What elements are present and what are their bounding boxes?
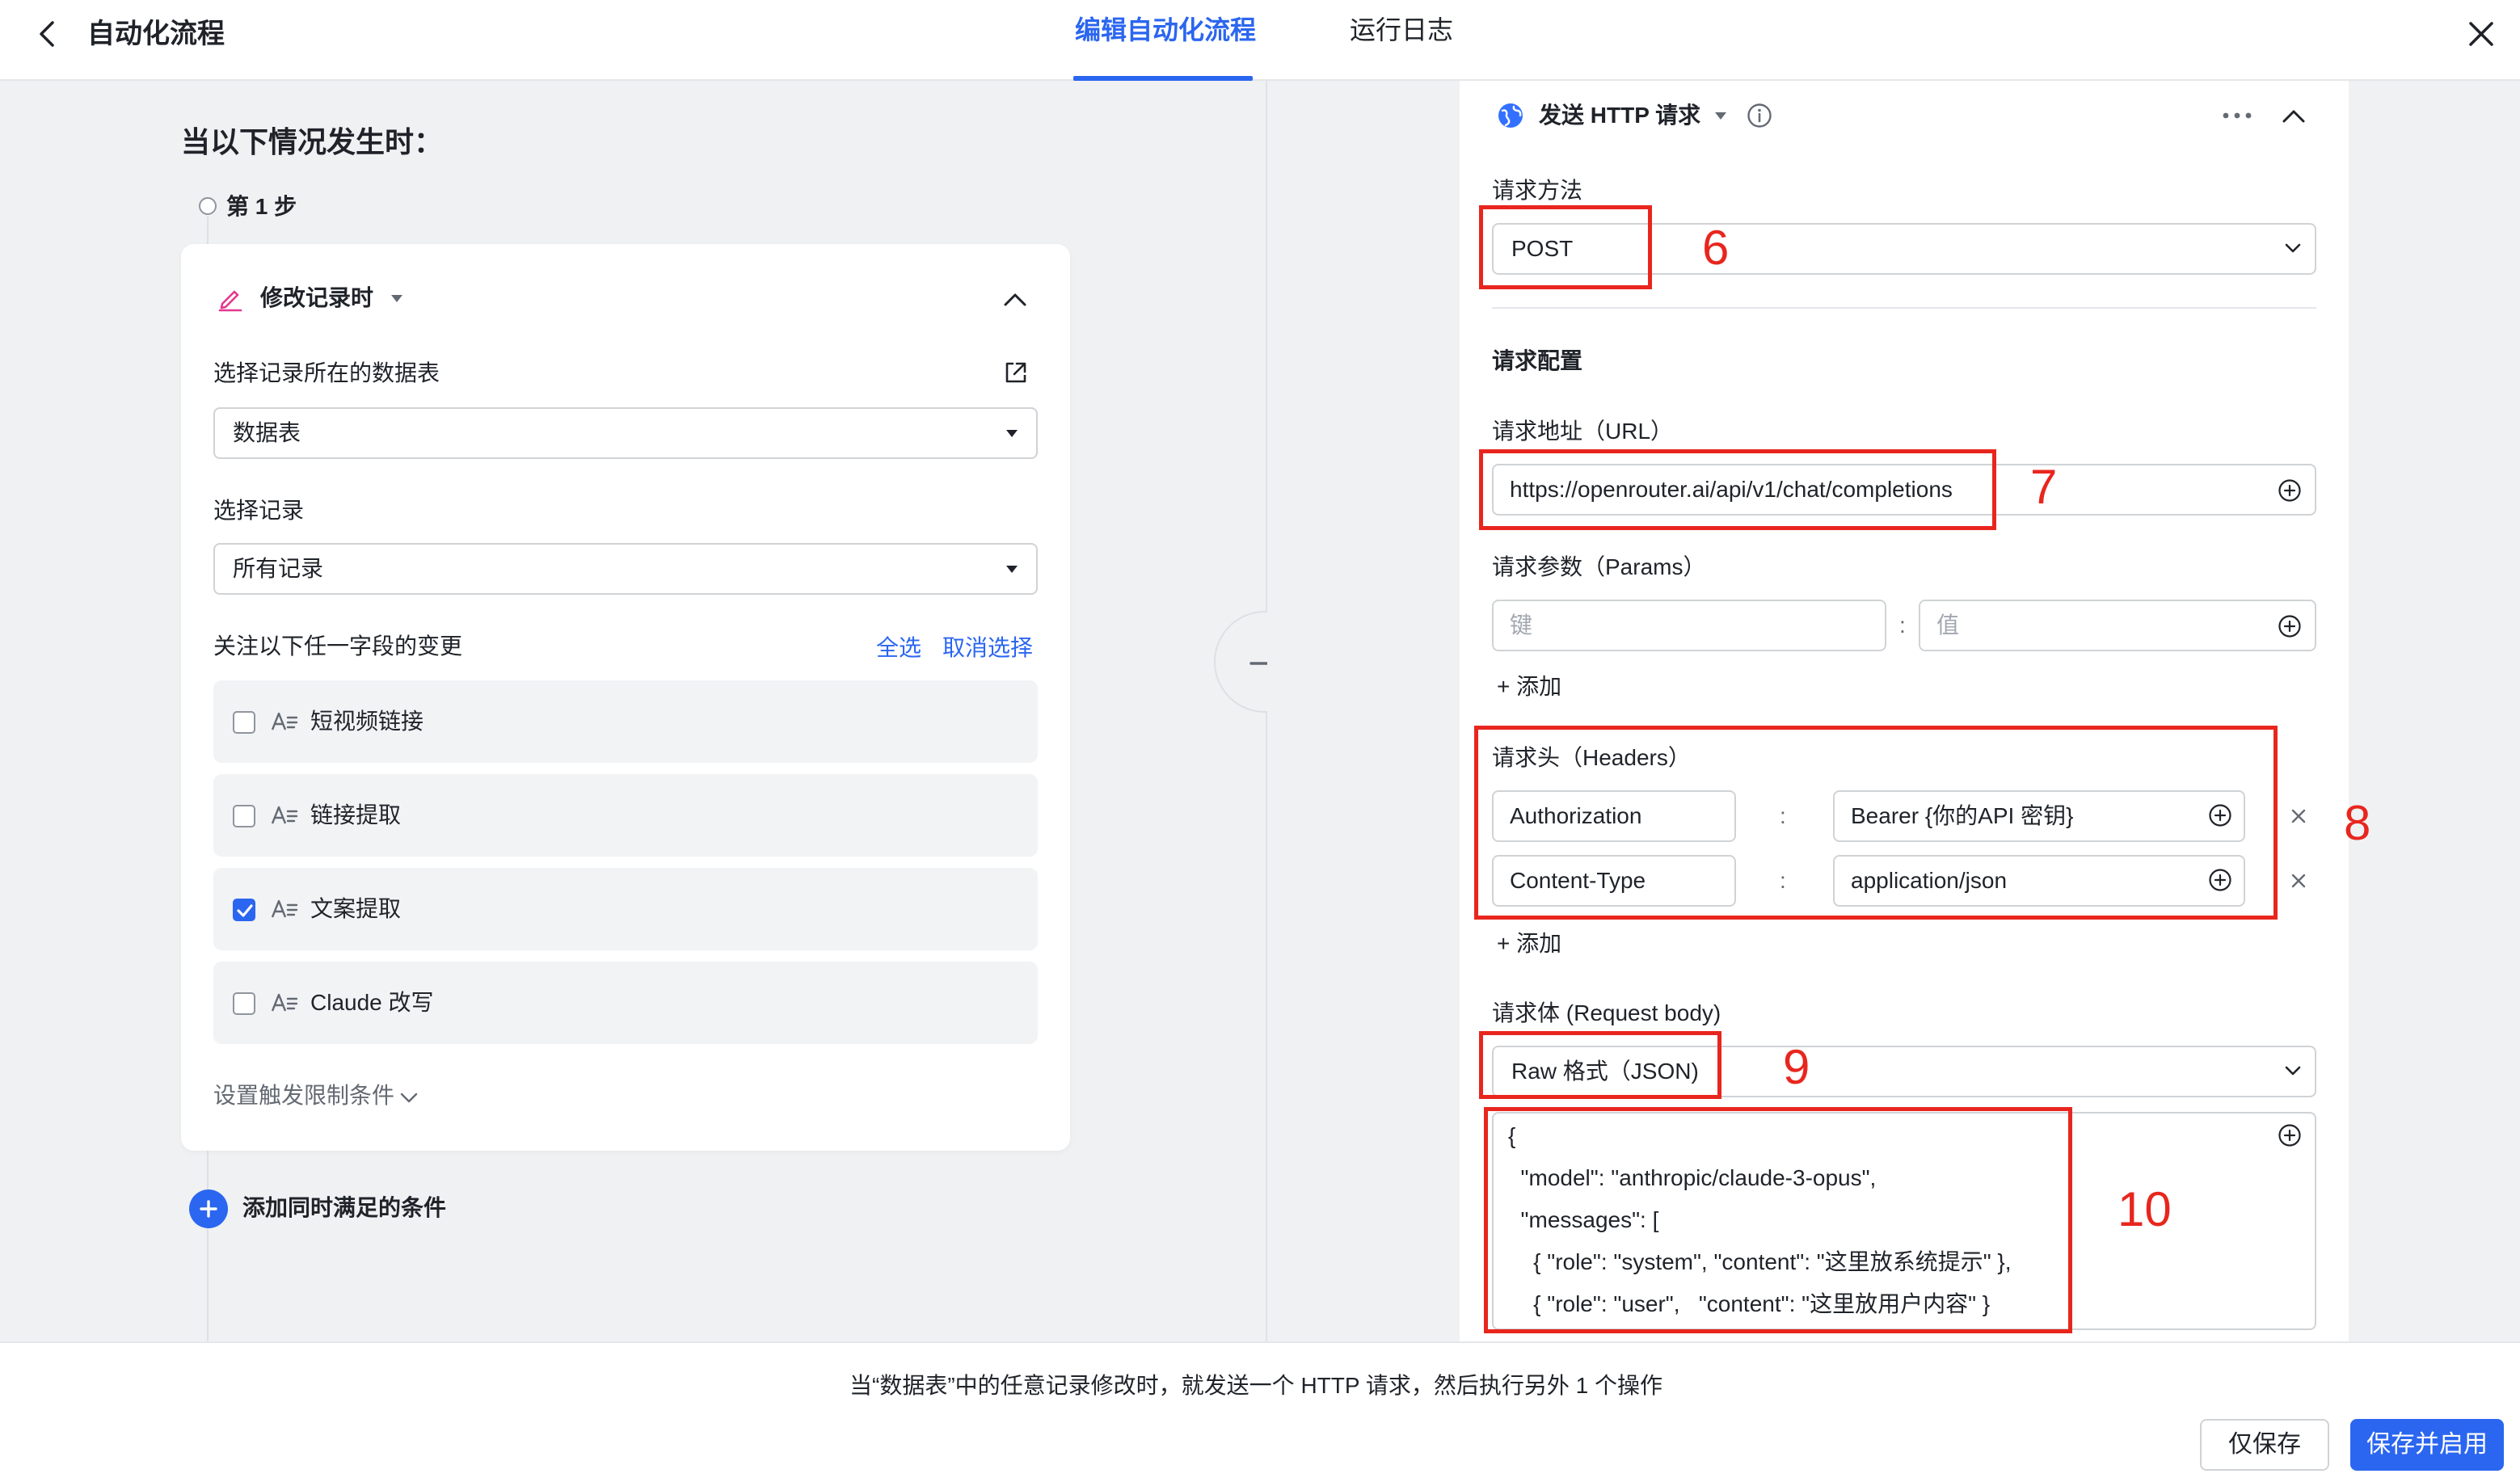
annotation-box	[1479, 1031, 1721, 1099]
save-only-button[interactable]: 仅保存	[2200, 1419, 2329, 1471]
caret-down-icon[interactable]	[390, 293, 404, 304]
chevron-down-icon[interactable]	[399, 1091, 419, 1104]
insert-variable-icon[interactable]	[2278, 1123, 2302, 1147]
url-label: 请求地址（URL）	[1492, 419, 1674, 444]
field-name: Claude 改写	[310, 990, 434, 1015]
method-label: 请求方法	[1492, 178, 1583, 203]
params-key-placeholder: 键	[1510, 613, 1533, 638]
field-checkbox[interactable]	[233, 711, 255, 734]
chevron-down-icon	[2284, 242, 2301, 253]
chevron-down-icon	[2284, 1065, 2301, 1076]
annotation-number: 8	[2344, 796, 2371, 850]
add-param-button[interactable]: + 添加	[1497, 672, 1561, 701]
insert-variable-icon[interactable]	[2278, 478, 2302, 503]
section-divider	[1492, 307, 2316, 309]
edit-pencil-icon	[217, 284, 244, 312]
field-name: 链接提取	[310, 802, 402, 827]
step-dot	[199, 197, 217, 215]
caret-down-icon	[1005, 564, 1018, 574]
field-item[interactable]: 短视频链接	[213, 680, 1038, 763]
params-value-placeholder: 值	[1936, 613, 1960, 638]
field-name: 短视频链接	[310, 709, 424, 734]
chevron-up-icon[interactable]	[1001, 288, 1030, 312]
text-field-icon	[270, 895, 299, 924]
field-checkbox[interactable]	[233, 805, 255, 827]
insert-variable-icon[interactable]	[2278, 614, 2302, 638]
field-name: 文案提取	[310, 896, 402, 921]
trigger-type-title[interactable]: 修改记录时	[260, 283, 373, 314]
add-condition-label[interactable]: 添加同时满足的条件	[242, 1193, 446, 1223]
text-field-icon	[270, 988, 299, 1017]
table-select-label: 选择记录所在的数据表	[213, 360, 440, 385]
table-select[interactable]: 数据表	[213, 407, 1038, 459]
annotation-box	[1484, 1107, 2072, 1333]
caret-down-icon	[1005, 428, 1018, 438]
add-condition-plus-icon[interactable]	[189, 1189, 228, 1228]
record-select[interactable]: 所有记录	[213, 543, 1038, 595]
save-and-enable-button[interactable]: 保存并启用	[2350, 1419, 2504, 1471]
annotation-number: 6	[1702, 221, 1730, 275]
caret-down-icon[interactable]	[1713, 110, 1728, 121]
more-options-icon[interactable]	[2221, 110, 2253, 121]
info-icon[interactable]	[1746, 102, 1773, 129]
top-bar: 自动化流程 编辑自动化流程 运行日志	[0, 0, 2520, 81]
field-checkbox-checked[interactable]	[233, 899, 255, 921]
table-select-value: 数据表	[233, 420, 301, 445]
params-label: 请求参数（Params）	[1492, 554, 1706, 579]
footer-bar	[0, 1341, 2520, 1482]
key-value-colon: :	[1899, 613, 1906, 638]
body-label: 请求体 (Request body)	[1492, 1000, 1721, 1025]
field-checkbox[interactable]	[233, 992, 255, 1015]
params-key-input[interactable]: 键	[1492, 600, 1886, 651]
annotation-box	[1479, 449, 1996, 530]
field-item[interactable]: 链接提取	[213, 774, 1038, 857]
step-label: 第 1 步	[226, 194, 297, 219]
text-field-icon	[270, 707, 299, 736]
select-all-link[interactable]: 全选	[876, 634, 921, 663]
action-title[interactable]: 发送 HTTP 请求	[1539, 100, 1700, 131]
globe-icon	[1497, 102, 1524, 129]
record-select-value: 所有记录	[233, 556, 324, 581]
request-config-title: 请求配置	[1492, 348, 1583, 373]
annotation-number: 9	[1783, 1040, 1810, 1094]
annotation-box	[1479, 205, 1652, 289]
field-item[interactable]: Claude 改写	[213, 962, 1038, 1044]
trigger-heading: 当以下情况发生时：	[181, 125, 444, 158]
watch-fields-label: 关注以下任一字段的变更	[213, 634, 463, 659]
remove-header-icon[interactable]	[2289, 871, 2308, 890]
close-icon[interactable]	[2465, 18, 2497, 50]
chevron-up-icon[interactable]	[2279, 105, 2308, 128]
annotation-number: 7	[2030, 460, 2058, 514]
deselect-link[interactable]: 取消选择	[942, 634, 1033, 663]
trigger-limit-toggle[interactable]: 设置触发限制条件	[213, 1081, 394, 1110]
tab-edit-automation[interactable]: 编辑自动化流程	[1075, 13, 1256, 47]
tab-run-log[interactable]: 运行日志	[1350, 13, 1453, 47]
flow-description: 当“数据表”中的任意记录修改时，就发送一个 HTTP 请求，然后执行另外 1 个…	[849, 1373, 1662, 1398]
external-link-icon[interactable]	[1002, 359, 1030, 386]
back-arrow-icon[interactable]	[32, 18, 65, 50]
add-header-button[interactable]: + 添加	[1497, 929, 1561, 958]
page-title: 自动化流程	[87, 19, 225, 49]
record-select-label: 选择记录	[213, 498, 305, 523]
annotation-number: 10	[2118, 1182, 2172, 1236]
annotation-box	[1474, 726, 2278, 920]
text-field-icon	[270, 801, 299, 830]
remove-header-icon[interactable]	[2289, 806, 2308, 826]
field-item[interactable]: 文案提取	[213, 868, 1038, 950]
params-value-input[interactable]: 值	[1919, 600, 2316, 651]
